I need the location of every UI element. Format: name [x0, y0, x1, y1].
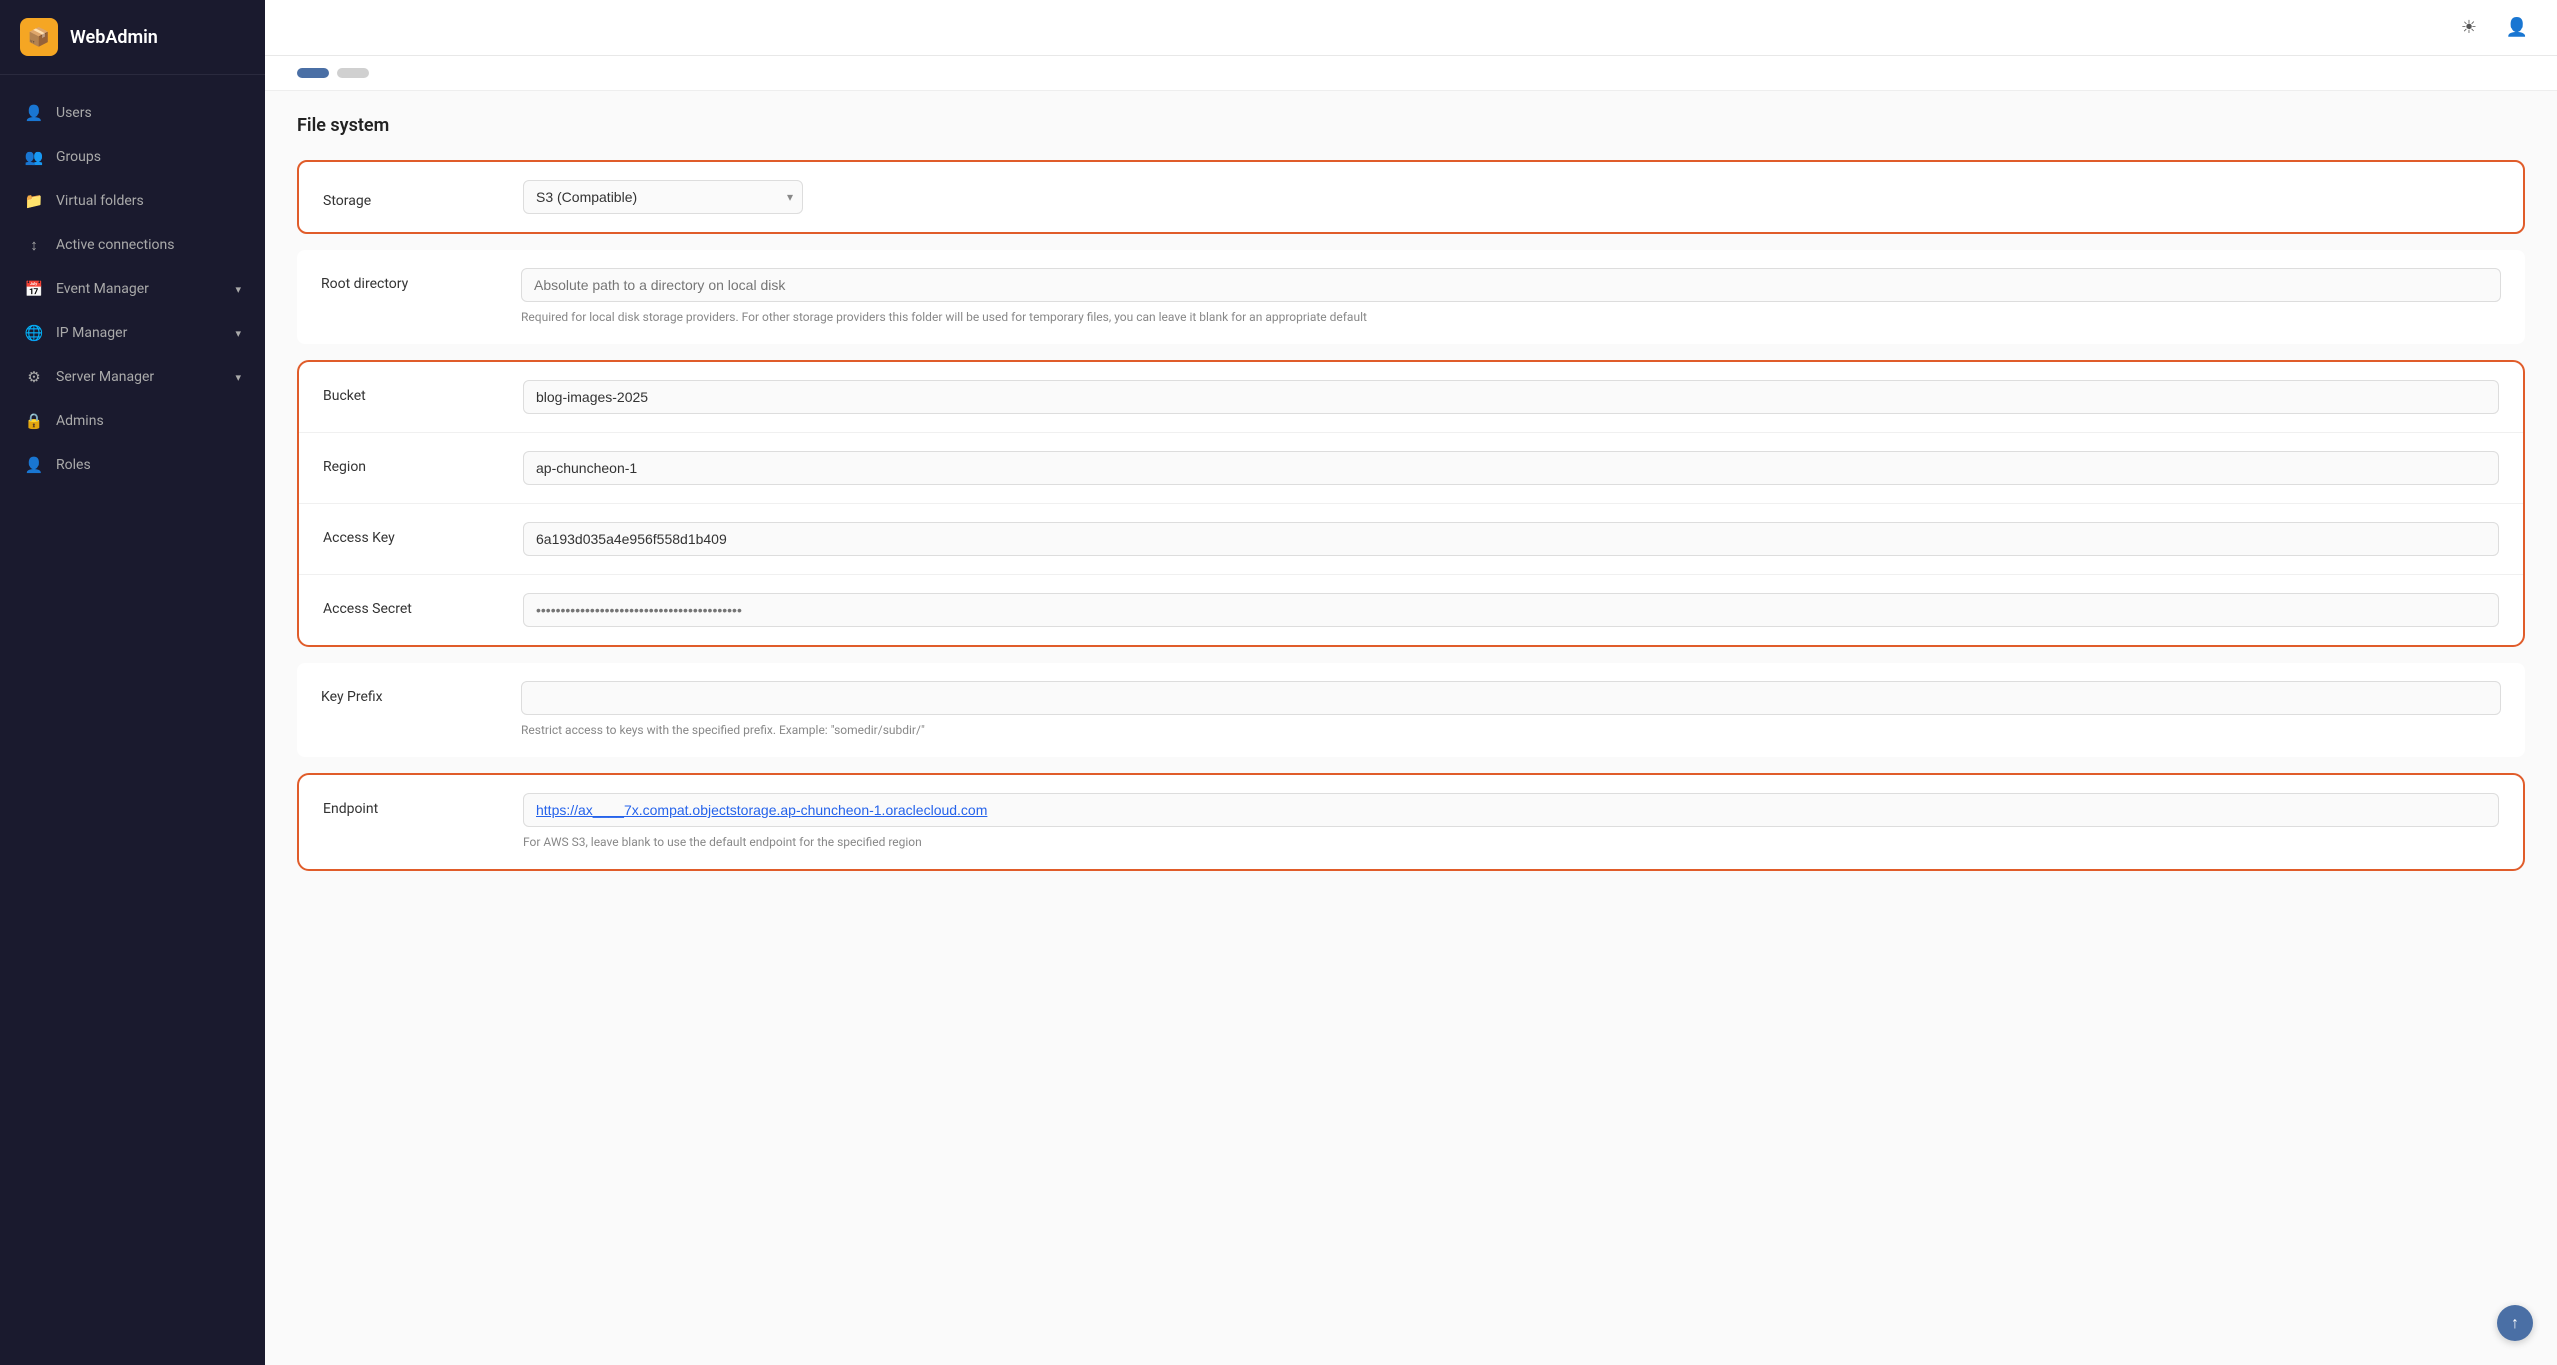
- access-key-label: Access Key: [323, 522, 523, 546]
- root-directory-row: Root directory Required for local disk s…: [321, 268, 2501, 326]
- roles-icon: 👤: [24, 455, 44, 475]
- access-key-input[interactable]: [523, 522, 2499, 556]
- sidebar-item-label: Roles: [56, 457, 241, 473]
- sidebar-item-label: Groups: [56, 149, 241, 165]
- access-secret-field-row: Access Secret: [299, 575, 2523, 645]
- ip-icon: 🌐: [24, 323, 44, 343]
- endpoint-hint: For AWS S3, leave blank to use the defau…: [523, 833, 2499, 851]
- sidebar-item-label: Admins: [56, 413, 241, 429]
- access-key-field-row: Access Key: [299, 504, 2523, 575]
- key-prefix-hint: Restrict access to keys with the specifi…: [521, 721, 2501, 739]
- sidebar-item-ip-manager[interactable]: 🌐 IP Manager ▾: [0, 311, 265, 355]
- sidebar-item-server-manager[interactable]: ⚙ Server Manager ▾: [0, 355, 265, 399]
- sidebar-item-active-connections[interactable]: ↕ Active connections: [0, 223, 265, 267]
- region-value: [523, 451, 2499, 485]
- theme-toggle-button[interactable]: ☀: [2453, 12, 2485, 44]
- sidebar-nav: 👤 Users 👥 Groups 📁 Virtual folders ↕ Act…: [0, 75, 265, 503]
- indicator-dot-2: [337, 68, 369, 78]
- storage-label: Storage: [323, 185, 523, 209]
- root-directory-section: Root directory Required for local disk s…: [297, 250, 2525, 344]
- folder-icon: 📁: [24, 191, 44, 211]
- sidebar-item-admins[interactable]: 🔒 Admins: [0, 399, 265, 443]
- root-directory-input[interactable]: [521, 268, 2501, 302]
- sidebar-item-label: Active connections: [56, 237, 241, 253]
- sun-icon: ☀: [2461, 17, 2477, 38]
- sidebar-item-label: Event Manager: [56, 281, 231, 297]
- app-title: WebAdmin: [70, 27, 158, 48]
- admins-icon: 🔒: [24, 411, 44, 431]
- chevron-down-icon: ▾: [235, 371, 241, 384]
- key-prefix-input[interactable]: [521, 681, 2501, 715]
- app-logo: 📦: [20, 18, 58, 56]
- region-label: Region: [323, 451, 523, 475]
- user-icon: 👤: [2506, 17, 2528, 38]
- content-area: File system Storage S3 (Compatible) Loca…: [265, 91, 2557, 1365]
- key-prefix-value: Restrict access to keys with the specifi…: [521, 681, 2501, 739]
- page-indicator: [265, 56, 2557, 91]
- page-title: File system: [297, 115, 2525, 136]
- root-directory-value: Required for local disk storage provider…: [521, 268, 2501, 326]
- storage-field-row: Storage S3 (Compatible) Local disk Googl…: [297, 160, 2525, 234]
- topbar: ☀ 👤: [265, 0, 2557, 56]
- access-secret-input[interactable]: [523, 593, 2499, 627]
- endpoint-block: Endpoint For AWS S3, leave blank to use …: [297, 773, 2525, 871]
- sidebar-header: 📦 WebAdmin: [0, 0, 265, 75]
- key-prefix-row: Key Prefix Restrict access to keys with …: [321, 681, 2501, 739]
- chevron-up-icon: ↑: [2511, 1313, 2519, 1333]
- event-icon: 📅: [24, 279, 44, 299]
- sidebar-item-label: IP Manager: [56, 325, 231, 341]
- sidebar-item-users[interactable]: 👤 Users: [0, 91, 265, 135]
- s3-settings-block: Bucket Region Access Key A: [297, 360, 2525, 647]
- chevron-down-icon: ▾: [235, 327, 241, 340]
- storage-select[interactable]: S3 (Compatible) Local disk Google Cloud …: [523, 180, 803, 214]
- sidebar: 📦 WebAdmin 👤 Users 👥 Groups 📁 Virtual fo…: [0, 0, 265, 1365]
- bucket-input[interactable]: [523, 380, 2499, 414]
- region-field-row: Region: [299, 433, 2523, 504]
- key-prefix-section: Key Prefix Restrict access to keys with …: [297, 663, 2525, 757]
- groups-icon: 👥: [24, 147, 44, 167]
- sidebar-item-label: Virtual folders: [56, 193, 241, 209]
- scroll-to-top-button[interactable]: ↑: [2497, 1305, 2533, 1341]
- server-icon: ⚙: [24, 367, 44, 387]
- access-key-value: [523, 522, 2499, 556]
- access-secret-value: [523, 593, 2499, 627]
- region-input[interactable]: [523, 451, 2499, 485]
- endpoint-label: Endpoint: [323, 793, 523, 817]
- sidebar-item-groups[interactable]: 👥 Groups: [0, 135, 265, 179]
- root-directory-hint: Required for local disk storage provider…: [521, 308, 2501, 326]
- access-secret-label: Access Secret: [323, 593, 523, 617]
- indicator-dot-1: [297, 68, 329, 78]
- sidebar-item-roles[interactable]: 👤 Roles: [0, 443, 265, 487]
- endpoint-value: For AWS S3, leave blank to use the defau…: [523, 793, 2499, 851]
- main-area: ☀ 👤 File system Storage S3 (Compatible) …: [265, 0, 2557, 1365]
- sidebar-item-label: Server Manager: [56, 369, 231, 385]
- endpoint-row: Endpoint For AWS S3, leave blank to use …: [323, 793, 2499, 851]
- connections-icon: ↕: [24, 235, 44, 255]
- bucket-value: [523, 380, 2499, 414]
- bucket-field-row: Bucket: [299, 362, 2523, 433]
- storage-select-wrapper: S3 (Compatible) Local disk Google Cloud …: [523, 180, 803, 214]
- bucket-label: Bucket: [323, 380, 523, 404]
- logo-icon: 📦: [28, 27, 50, 48]
- sidebar-item-virtual-folders[interactable]: 📁 Virtual folders: [0, 179, 265, 223]
- user-menu-button[interactable]: 👤: [2501, 12, 2533, 44]
- users-icon: 👤: [24, 103, 44, 123]
- key-prefix-label: Key Prefix: [321, 681, 521, 705]
- chevron-down-icon: ▾: [235, 283, 241, 296]
- root-directory-label: Root directory: [321, 268, 521, 292]
- sidebar-item-event-manager[interactable]: 📅 Event Manager ▾: [0, 267, 265, 311]
- sidebar-item-label: Users: [56, 105, 241, 121]
- endpoint-input[interactable]: [523, 793, 2499, 827]
